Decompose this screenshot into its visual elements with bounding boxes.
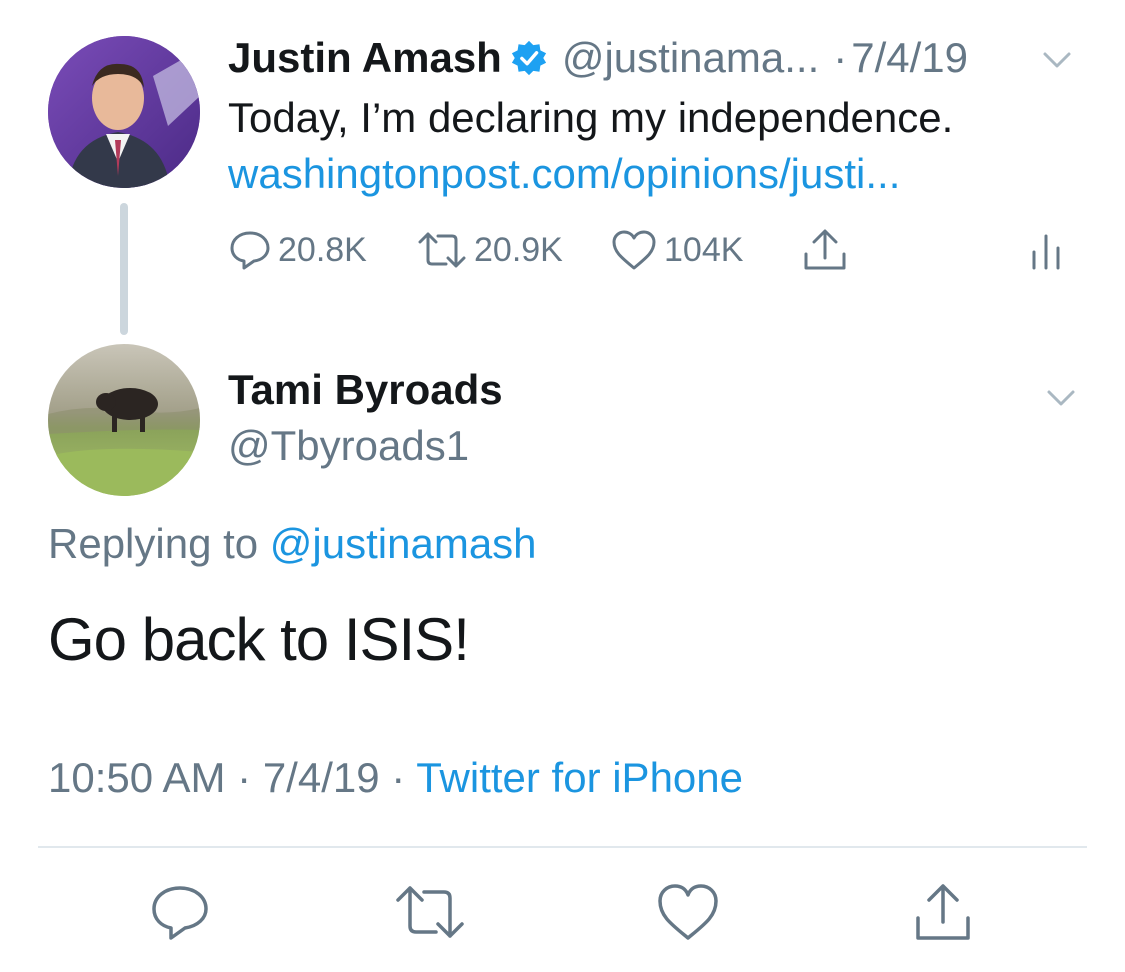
separator-dot: · <box>833 34 848 81</box>
avatar-image <box>48 36 200 188</box>
author-avatar[interactable] <box>48 36 200 188</box>
like-button[interactable]: 104K <box>610 222 743 278</box>
stats-icon <box>1032 234 1060 270</box>
replying-to-label: Replying to <box>48 520 259 567</box>
analytics-button[interactable] <box>1026 222 1066 278</box>
retweet-icon <box>396 886 464 938</box>
author-handle[interactable]: @justinama... <box>562 30 819 86</box>
retweet-icon <box>418 232 466 268</box>
share-icon <box>916 884 970 940</box>
reply-tweet-actions <box>0 878 1125 948</box>
retweet-button[interactable] <box>390 878 464 948</box>
share-icon <box>804 229 846 270</box>
separator-dot: · <box>391 754 406 801</box>
share-button[interactable] <box>908 878 978 948</box>
separator-dot: · <box>237 754 252 801</box>
tweet-date[interactable]: 7/4/19 <box>851 30 968 86</box>
reply-author-handle[interactable]: @Tbyroads1 <box>228 418 469 474</box>
caret-down-icon[interactable] <box>1046 388 1076 408</box>
tweet-detail-page: Justin Amash @justinama... · 7/4/19 Toda… <box>0 0 1125 972</box>
reply-author-avatar[interactable] <box>48 344 200 496</box>
reply-author-name[interactable]: Tami Byroads <box>228 362 503 418</box>
tweet-source-link[interactable]: Twitter for iPhone <box>416 754 743 801</box>
article-link[interactable]: washingtonpost.com/opinions/justi... <box>228 146 900 202</box>
retweet-count: 20.9K <box>474 230 563 269</box>
reply-icon <box>230 231 270 270</box>
like-icon <box>612 230 656 270</box>
share-button[interactable] <box>800 222 850 278</box>
replying-to-line: Replying to @justinamash <box>48 516 537 572</box>
tweet-date: 7/4/19 <box>262 754 380 801</box>
replying-to-mention[interactable]: @justinamash <box>270 520 537 567</box>
like-button[interactable] <box>653 878 723 948</box>
divider <box>38 846 1087 848</box>
reply-icon <box>152 886 208 940</box>
reply-count: 20.8K <box>278 230 367 269</box>
avatar-image <box>48 344 200 496</box>
retweet-button[interactable]: 20.9K <box>416 222 563 278</box>
reply-tweet-text: Go back to ISIS! <box>48 606 470 673</box>
author-name[interactable]: Justin Amash <box>228 30 502 86</box>
parent-tweet-actions: 20.8K 20.9K 104K <box>228 222 1078 278</box>
thread-connector-line <box>120 203 128 335</box>
reply-button[interactable] <box>145 878 215 948</box>
tweet-time: 10:50 AM <box>48 754 226 801</box>
parent-tweet-text: Today, I’m declaring my independence. <box>228 94 954 141</box>
like-count: 104K <box>664 230 744 269</box>
parent-tweet-header: Justin Amash @justinama... · 7/4/19 <box>228 30 968 86</box>
verified-badge-icon <box>510 39 548 77</box>
reply-button[interactable]: 20.8K <box>228 222 367 278</box>
caret-down-icon[interactable] <box>1042 50 1072 70</box>
tweet-metadata: 10:50 AM · 7/4/19 · Twitter for iPhone <box>48 750 743 806</box>
like-icon <box>658 884 718 940</box>
